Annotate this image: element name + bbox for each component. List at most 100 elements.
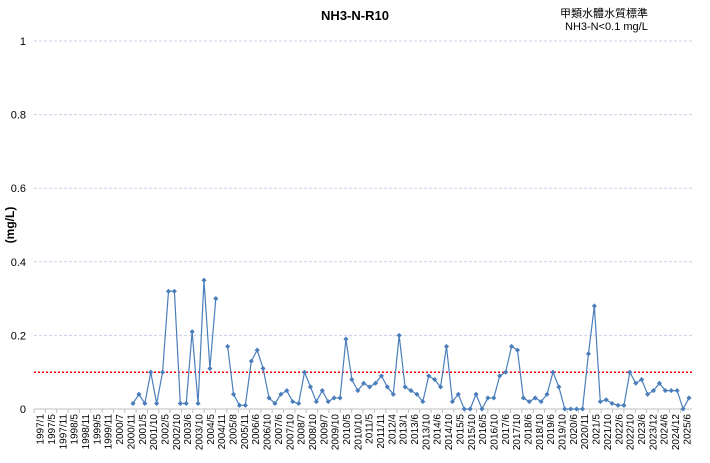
x-tick-label: 2013/6: [410, 414, 421, 445]
data-point: [343, 336, 349, 342]
data-point: [579, 406, 586, 412]
y-tick-label: 0: [20, 404, 26, 416]
y-tick-label: 0.2: [11, 330, 26, 342]
x-tick-label: 2003/6: [183, 414, 194, 445]
data-point: [674, 388, 680, 394]
data-point: [260, 365, 266, 372]
data-point: [556, 384, 562, 390]
data-point: [189, 329, 195, 335]
x-tick-label: 2018/6: [524, 414, 535, 445]
y-tick-label: 1: [20, 36, 26, 48]
x-tick-label: 2016/10: [489, 414, 500, 451]
data-point: [177, 400, 183, 407]
x-tick-label: 2005/11: [240, 414, 251, 450]
x-tick-label: 2003/10: [195, 414, 206, 451]
data-point: [550, 369, 556, 375]
x-tick-label: 1999/11: [104, 414, 115, 450]
y-tick-label: 0.6: [11, 183, 26, 195]
x-tick-label: 2014/10: [444, 414, 455, 451]
data-point: [568, 406, 574, 412]
series-line: [132, 280, 217, 406]
data-point: [443, 343, 450, 349]
x-tick-label: 2015/5: [455, 414, 466, 445]
x-tick-label: 1999/5: [92, 414, 103, 445]
data-point: [254, 347, 260, 353]
x-tick-label: 2000/11: [126, 414, 137, 450]
data-point: [615, 402, 621, 408]
data-point: [461, 406, 467, 412]
x-tick-label: 2019/6: [546, 414, 557, 445]
x-tick-label: 2018/10: [535, 414, 546, 451]
data-point: [231, 391, 237, 397]
x-tick-label: 2009/10: [331, 414, 342, 451]
x-tick-label: 2001/10: [149, 414, 160, 451]
data-point: [473, 391, 479, 397]
data-point: [154, 400, 160, 407]
data-point: [236, 402, 243, 408]
y-tick-label: 0.4: [11, 257, 26, 269]
x-tick-label: 2004/5: [206, 414, 217, 445]
data-point: [313, 399, 319, 405]
x-tick-label: 2010/5: [342, 414, 353, 445]
x-tick-label: 2008/7: [297, 414, 308, 445]
data-point: [668, 388, 674, 394]
x-tick-label: 2021/5: [592, 414, 603, 445]
x-tick-label: 2005/8: [229, 414, 240, 445]
x-tick-label: 2010/10: [353, 414, 364, 451]
data-point: [337, 395, 343, 401]
data-point: [349, 377, 355, 383]
data-point: [307, 384, 313, 390]
x-tick-label: 2021/10: [603, 414, 614, 451]
data-point: [296, 400, 302, 407]
x-tick-label: 2020/11: [580, 414, 591, 450]
x-tick-label: 2020/6: [569, 414, 580, 445]
line-chart: 00.20.40.60.81(mg/L)1997/1 1997/5 1997/11 1…: [3, 36, 693, 451]
x-tick-label: 2016/5: [478, 414, 489, 445]
data-point: [680, 406, 686, 412]
data-point: [290, 399, 296, 405]
data-point: [485, 395, 491, 401]
x-tick-label: 2023/6: [637, 414, 648, 445]
x-tick-label: 1998/11: [81, 414, 92, 450]
x-tick-label: 2014/6: [433, 414, 444, 445]
data-point: [597, 399, 603, 405]
x-tick-label: 2012/4: [387, 414, 398, 445]
data-point: [396, 332, 402, 338]
data-point: [621, 402, 627, 408]
y-axis-title: (mg/L): [3, 207, 17, 244]
x-tick-label: 1998/5: [70, 414, 81, 445]
x-tick-label: 2002/10: [172, 414, 183, 451]
y-tick-label: 0.8: [11, 110, 26, 122]
x-tick-label: 2017/6: [501, 414, 512, 445]
data-point: [148, 369, 154, 375]
data-point: [165, 288, 172, 294]
data-point: [201, 277, 207, 283]
x-tick-label: 1997/5: [47, 414, 58, 445]
x-tick-label: 1997/11: [58, 414, 69, 450]
x-tick-label: 2024/6: [660, 414, 671, 445]
x-tick-label: 2001/5: [138, 414, 149, 445]
x-tick-label: 2006/6: [251, 414, 262, 445]
x-tick-label: 2008/10: [308, 414, 319, 451]
data-point: [686, 395, 692, 401]
x-tick-label: 2015/10: [467, 414, 478, 451]
data-point: [591, 303, 597, 309]
x-tick-label: 2019/10: [558, 414, 569, 451]
x-tick-label: 2022/10: [626, 414, 637, 451]
x-tick-label: 2007/6: [274, 414, 285, 445]
x-tick-label: 2006/10: [263, 414, 274, 451]
data-point: [225, 343, 231, 349]
data-point: [627, 369, 633, 375]
x-tick-label: 2013/1: [399, 414, 410, 445]
data-point: [467, 406, 473, 412]
data-point: [479, 406, 485, 412]
x-tick-label: 2025/6: [682, 414, 693, 445]
data-point: [242, 402, 248, 408]
x-tick-label: 2024/12: [671, 414, 682, 451]
data-point: [562, 406, 568, 412]
data-point: [183, 400, 189, 407]
x-tick-label: 2000/7: [115, 414, 126, 445]
x-tick-label: 2011/5: [365, 414, 376, 444]
x-tick-label: 2004/11: [217, 414, 228, 450]
x-tick-label: 2017/10: [512, 414, 523, 451]
